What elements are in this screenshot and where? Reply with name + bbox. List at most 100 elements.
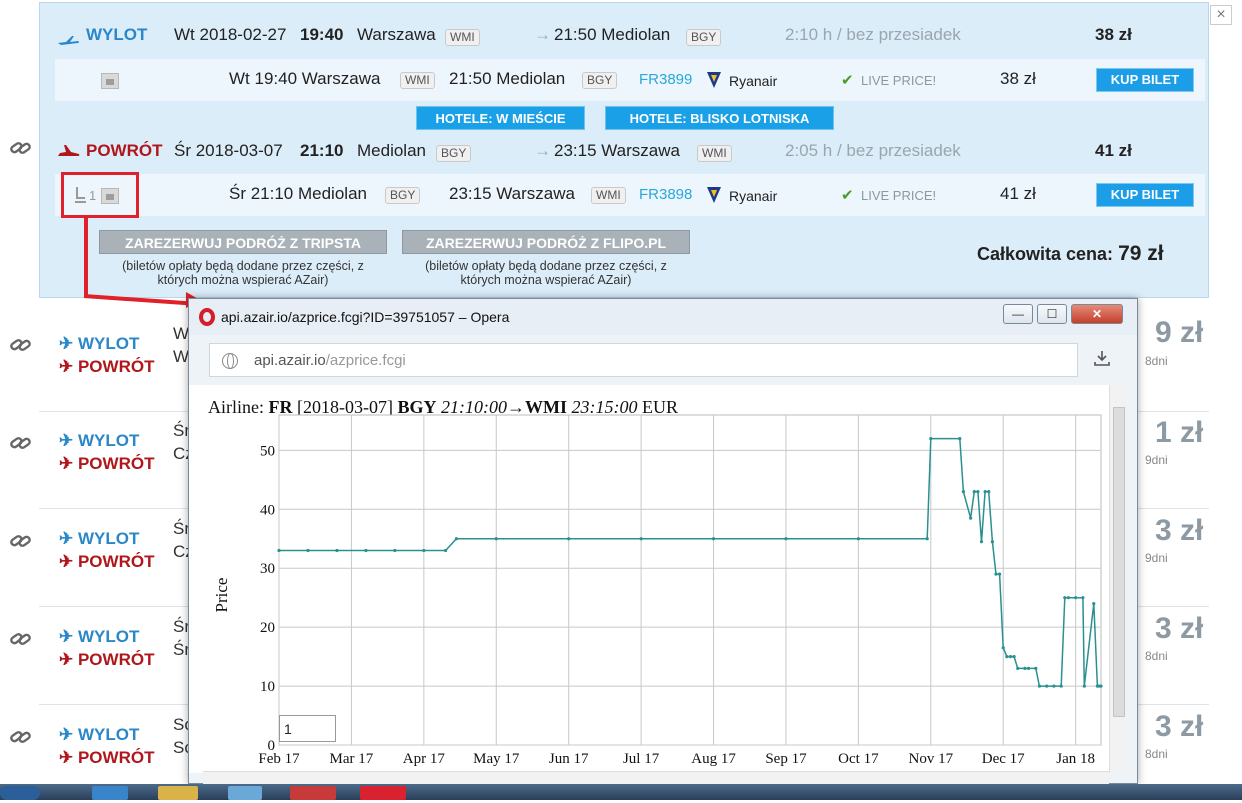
price-point [983,490,987,494]
buy-ticket-button[interactable]: KUP BILET [1096,68,1194,92]
price-point [1026,666,1031,670]
x-tick-label: Dec 17 [982,751,1025,767]
y-tick-label: 20 [260,620,275,636]
price-point [1023,666,1027,670]
segment-departure: Śr 21:10 Mediolan [229,184,367,203]
chrome-icon[interactable] [290,786,336,800]
link-icon[interactable] [10,139,32,161]
plane-departure-icon: ✈ [59,627,78,646]
price-point [277,548,281,553]
plane-departure-icon: ✈ [59,725,78,744]
price-glimpse: 9 zł [1155,316,1204,349]
maximize-button[interactable]: ☐ [1037,304,1067,324]
annotation-highlight-box [61,172,139,218]
link-icon[interactable] [10,630,32,652]
hotels-city-button[interactable]: HOTELE: W MIEŚCIE [416,106,585,130]
airline-name: Ryanair [729,188,778,204]
flight-number-link[interactable]: FR3899 [639,71,692,88]
departure-day: W [173,324,190,343]
segment-price: 41 zł [1000,184,1036,203]
price-glimpse: 3 zł [1155,710,1204,743]
price-point [925,537,929,541]
vertical-scrollbar[interactable] [1109,385,1127,773]
x-tick-label: Oct 17 [838,751,879,767]
link-icon[interactable] [10,728,32,750]
x-tick-label: Sep 17 [765,751,807,767]
price-point [994,572,998,576]
scrollbar-thumb[interactable] [1113,407,1125,717]
plot-area [278,414,1102,746]
segment-arr-code: WMI [591,187,626,204]
image-placeholder-icon [101,73,119,89]
price-point [711,537,716,541]
price-point [1059,684,1063,688]
price-point [364,548,368,553]
minimize-button[interactable]: — [1003,304,1033,324]
x-tick-label: May 17 [473,751,520,767]
price-point [1092,601,1096,606]
price-point [1099,684,1103,688]
link-icon[interactable] [10,336,32,358]
window-titlebar[interactable]: api.azair.io/azprice.fcgi?ID=39751057 – … [189,299,1137,335]
zoom-input[interactable]: 1 [279,715,336,742]
y-tick-label: 10 [260,679,275,695]
price-point [961,490,965,494]
outbound-from-code: WMI [445,29,480,46]
address-bar[interactable]: api.azair.io/azprice.fcgi [209,343,1078,377]
outbound-from: Warszawa [357,25,436,44]
plane-departure-icon: ✈ [59,334,78,353]
price-point [1012,655,1016,659]
ie-icon[interactable] [92,786,128,800]
return-duration: 2:05 h / bez przesiadek [785,141,961,160]
departure-label: ✈ WYLOT [59,529,140,548]
plane-departure-icon [58,32,79,45]
price-point [422,548,426,553]
check-icon: ✔ [841,72,854,89]
price-point [393,548,397,553]
segment-arr-code: BGY [582,72,618,89]
reserve-tripsta-button[interactable]: ZAREZERWUJ PODRÓŻ Z TRIPSTA [99,230,387,254]
hotels-airport-button[interactable]: HOTELE: BLISKO LOTNISKA [605,106,834,130]
price-point [1045,684,1049,688]
price-point [856,537,860,541]
flight-number-link[interactable]: FR3898 [639,186,692,203]
close-window-button[interactable]: ✕ [1071,304,1123,324]
return-label: ✈ POWRÓT [59,552,155,571]
price-point [1052,684,1056,688]
page-content: Airline: FR [2018-03-07] BGY 21:10:00→WM… [189,385,1109,773]
link-icon[interactable] [10,434,32,456]
return-date: Śr 2018-03-07 [174,141,283,160]
y-tick-label: 40 [260,502,275,518]
price-point [976,490,980,494]
price-point [969,516,973,520]
y-tick-label: 50 [260,443,275,459]
plane-departure-icon: ✈ [59,529,78,548]
trip-length: 8dni [1145,354,1168,368]
folder-icon[interactable] [158,786,198,800]
annotation-line [84,218,88,298]
segment-dep-code: WMI [400,72,435,89]
price-glimpse: 3 zł [1155,514,1204,547]
horizontal-scrollbar[interactable] [203,771,1109,785]
reserve-note: (biletów opłaty będą dodane przez części… [122,259,364,287]
x-tick-label: Jun 17 [549,751,589,767]
download-icon[interactable] [1093,349,1111,372]
price-point [443,548,448,553]
start-button[interactable] [0,786,40,800]
departure-label: ✈ WYLOT [59,627,140,646]
plane-arrival-icon: ✈ [59,454,78,473]
departure-label: ✈ WYLOT [59,725,140,744]
link-icon[interactable] [10,532,32,554]
reserve-flipo-button[interactable]: ZAREZERWUJ PODRÓŻ Z FLIPO.PL [402,230,690,254]
price-point [998,572,1002,576]
segment-arrival: 21:50 Mediolan [449,69,566,88]
buy-ticket-button[interactable]: KUP BILET [1096,183,1194,207]
price-point [1034,666,1038,670]
app-icon[interactable] [228,786,262,800]
ryanair-logo-icon [705,185,723,210]
opera-taskbar-icon[interactable] [360,786,406,800]
outbound-time: 19:40 [300,25,344,44]
check-icon: ✔ [841,187,854,204]
url-text[interactable]: api.azair.io/azprice.fcgi [254,352,406,369]
close-icon[interactable]: × [1210,5,1232,25]
